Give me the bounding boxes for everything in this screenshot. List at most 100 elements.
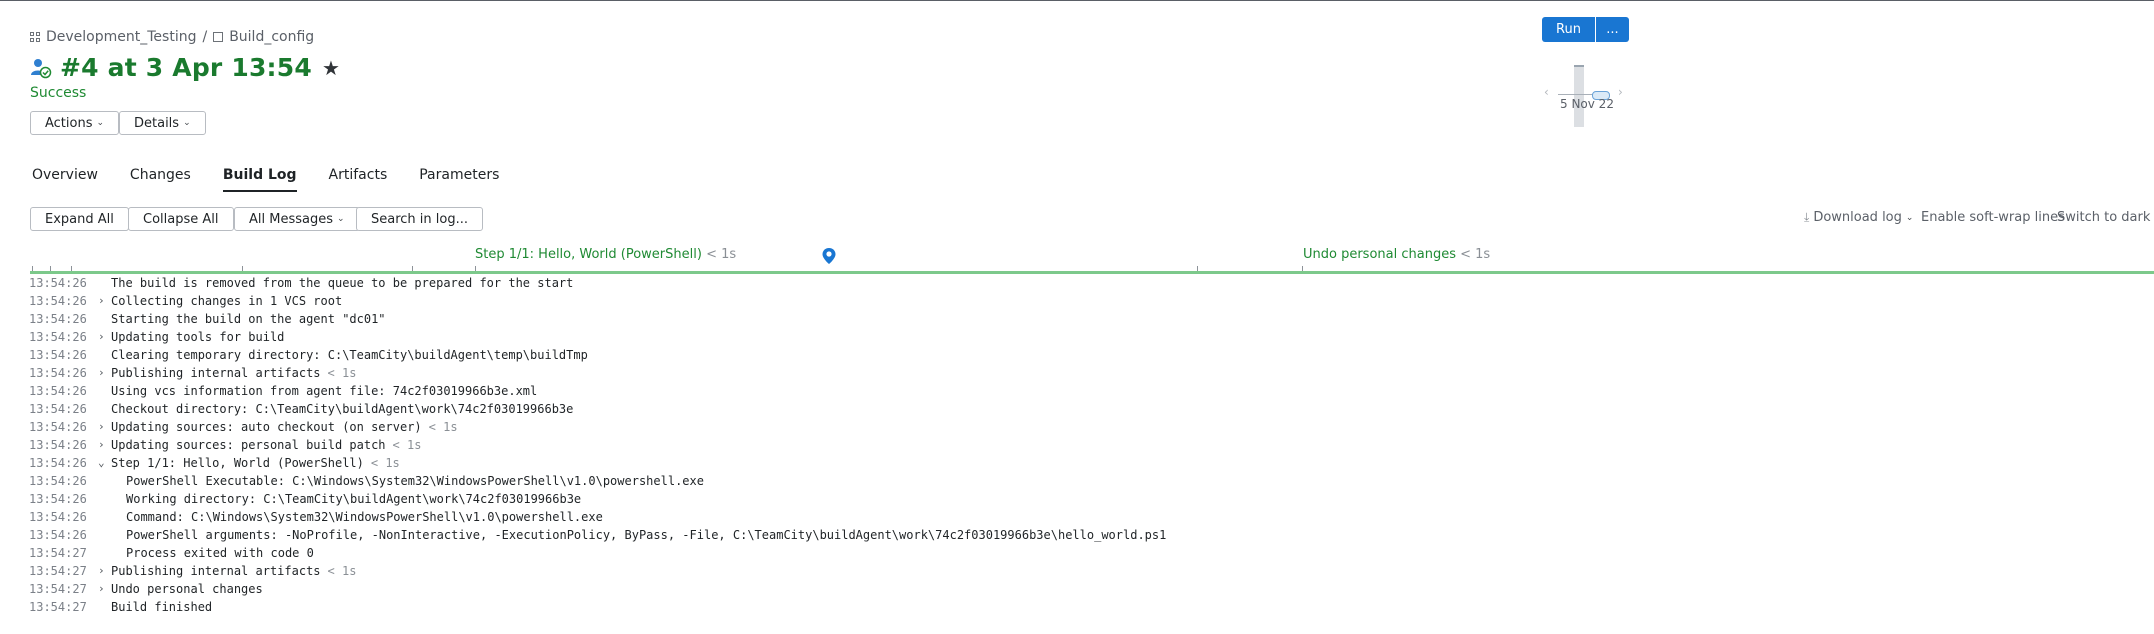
personal-build-user-icon [31, 58, 52, 78]
log-line: 13:54:26 The build is removed from the qu… [0, 274, 2154, 292]
log-message-text: Collecting changes in 1 VCS root [111, 294, 343, 308]
log-timestamp: 13:54:27 [29, 600, 87, 614]
timeline-step-duration: < 1s [1460, 247, 1491, 262]
log-duration: < 1s [327, 366, 357, 380]
log-line: 13:54:26 PowerShell arguments: -NoProfile… [0, 526, 2154, 544]
log-duration: < 1s [428, 420, 458, 434]
history-build-bar-top [1574, 65, 1584, 67]
log-message: Using vcs information from agent file: 7… [111, 382, 537, 400]
log-message-text: The build is removed from the queue to b… [111, 276, 574, 290]
download-log-button[interactable]: ⤓ Download log ⌄ [1804, 210, 1913, 225]
chevron-right-icon[interactable]: › [1618, 85, 1623, 99]
tab-parameters[interactable]: Parameters [419, 167, 499, 192]
log-line: 13:54:26 Working directory: C:\TeamCity\b… [0, 490, 2154, 508]
star-icon[interactable]: ★ [322, 56, 340, 80]
log-message[interactable]: Updating sources: personal build patch < … [111, 436, 421, 454]
timeline-step-duration: < 1s [706, 247, 737, 262]
chevron-right-icon[interactable]: › [98, 292, 105, 310]
log-line: 13:54:26 › Publishing internal artifacts < … [0, 364, 2154, 382]
run-options-button[interactable]: ... [1596, 17, 1629, 42]
soft-wrap-toggle[interactable]: Enable soft-wrap lines [1921, 210, 2065, 225]
log-message: PowerShell arguments: -NoProfile, -NonIn… [126, 526, 1166, 544]
chevron-down-icon: ⌄ [183, 118, 191, 128]
log-message[interactable]: Undo personal changes [111, 580, 263, 598]
breadcrumb-config[interactable]: Build_config [213, 29, 314, 45]
log-message[interactable]: Publishing internal artifacts < 1s [111, 364, 356, 382]
actions-button[interactable]: Actions ⌄ [30, 111, 120, 135]
log-timestamp: 13:54:26 [29, 312, 87, 326]
log-line: 13:54:27 › Undo personal changes [0, 580, 2154, 598]
chevron-down-icon[interactable]: ⌄ [98, 454, 105, 472]
log-message-text: Updating tools for build [111, 330, 285, 344]
chevron-right-icon[interactable]: › [98, 562, 105, 580]
log-timestamp: 13:54:26 [29, 348, 87, 362]
log-message: Starting the build on the agent "dc01" [111, 310, 386, 328]
log-duration: < 1s [392, 438, 422, 452]
build-history-mini-chart[interactable]: ‹ › [1544, 61, 1628, 129]
log-message: Clearing temporary directory: C:\TeamCit… [111, 346, 588, 364]
chevron-right-icon[interactable]: › [98, 418, 105, 436]
chevron-right-icon[interactable]: › [98, 364, 105, 382]
log-message: PowerShell Executable: C:\Windows\System… [126, 472, 704, 490]
status-badge: Success [30, 85, 87, 101]
tab-overview[interactable]: Overview [32, 167, 98, 192]
breadcrumb-project[interactable]: Development_Testing [30, 29, 196, 45]
log-message[interactable]: Publishing internal artifacts < 1s [111, 562, 356, 580]
log-timestamp: 13:54:26 [29, 294, 87, 308]
tab-build-log[interactable]: Build Log [222, 167, 297, 192]
log-message-text: Clearing temporary directory: C:\TeamCit… [111, 348, 588, 362]
log-line: 13:54:26 › Updating tools for build [0, 328, 2154, 346]
build-title-row: #4 at 3 Apr 13:54 ★ [30, 53, 340, 82]
page-title: #4 at 3 Apr 13:54 [60, 53, 312, 82]
log-line: 13:54:26 Using vcs information from agent… [0, 382, 2154, 400]
log-message-text: Publishing internal artifacts [111, 564, 321, 578]
log-message[interactable]: Collecting changes in 1 VCS root [111, 292, 342, 310]
timeline-step-name: Undo personal changes [1303, 247, 1456, 262]
location-pin-icon[interactable] [821, 247, 837, 265]
log-timestamp: 13:54:26 [29, 420, 87, 434]
chevron-down-icon: ⌄ [96, 118, 105, 128]
log-timestamp: 13:54:26 [29, 528, 87, 542]
tab-changes[interactable]: Changes [130, 167, 191, 192]
log-message[interactable]: Updating sources: auto checkout (on serv… [111, 418, 458, 436]
search-log-button[interactable]: Search in log... [356, 207, 483, 231]
log-message-text: Using vcs information from agent file: 7… [111, 384, 538, 398]
log-message-text: Step 1/1: Hello, World (PowerShell) [111, 456, 364, 470]
chevron-right-icon[interactable]: › [98, 328, 105, 346]
chevron-right-icon[interactable]: › [98, 580, 105, 598]
actions-button-label: Actions [45, 115, 93, 131]
chevron-right-icon[interactable]: › [98, 436, 105, 454]
log-line: 13:54:26 › Updating sources: personal buil… [0, 436, 2154, 454]
details-button[interactable]: Details ⌄ [119, 111, 206, 135]
log-line: 13:54:26 Checkout directory: C:\TeamCity\… [0, 400, 2154, 418]
log-line: 13:54:26 Command: C:\Windows\System32\Win… [0, 508, 2154, 526]
log-timestamp: 13:54:26 [29, 384, 87, 398]
log-timestamp: 13:54:26 [29, 474, 87, 488]
chevron-left-icon[interactable]: ‹ [1544, 85, 1549, 99]
collapse-all-button[interactable]: Collapse All [128, 207, 234, 231]
timeline-step[interactable]: Step 1/1: Hello, World (PowerShell) < 1s [475, 247, 736, 262]
log-timestamp: 13:54:27 [29, 546, 87, 560]
dark-mode-toggle[interactable]: Switch to dark mo [2057, 210, 2154, 225]
timeline-step-name: Step 1/1: Hello, World (PowerShell) [475, 247, 702, 262]
log-message: Working directory: C:\TeamCity\buildAgen… [126, 490, 581, 508]
log-message: Command: C:\Windows\System32\WindowsPowe… [126, 508, 603, 526]
tab-artifacts[interactable]: Artifacts [329, 167, 388, 192]
log-line: 13:54:27 Process exited with code 0 [0, 544, 2154, 562]
log-timestamp: 13:54:27 [29, 564, 87, 578]
log-message[interactable]: Step 1/1: Hello, World (PowerShell) < 1s [111, 454, 400, 472]
log-line: 13:54:26 › Collecting changes in 1 VCS roo… [0, 292, 2154, 310]
log-line: 13:54:27 › Publishing internal artifacts < … [0, 562, 2154, 580]
log-line: 13:54:27 Build finished [0, 598, 2154, 616]
message-filter-select[interactable]: All Messages ⌄ [234, 207, 360, 231]
breadcrumb-project-label: Development_Testing [46, 29, 197, 45]
history-build-bar[interactable] [1574, 65, 1584, 127]
run-button[interactable]: Run [1542, 17, 1595, 42]
log-message-text: Updating sources: auto checkout (on serv… [111, 420, 422, 434]
history-date-label: 5 Nov 22 [1560, 97, 1614, 111]
expand-all-button[interactable]: Expand All [30, 207, 129, 231]
log-message[interactable]: Updating tools for build [111, 328, 284, 346]
timeline-step[interactable]: Undo personal changes < 1s [1303, 247, 1490, 262]
log-timestamp: 13:54:26 [29, 492, 87, 506]
log-timestamp: 13:54:26 [29, 366, 87, 380]
